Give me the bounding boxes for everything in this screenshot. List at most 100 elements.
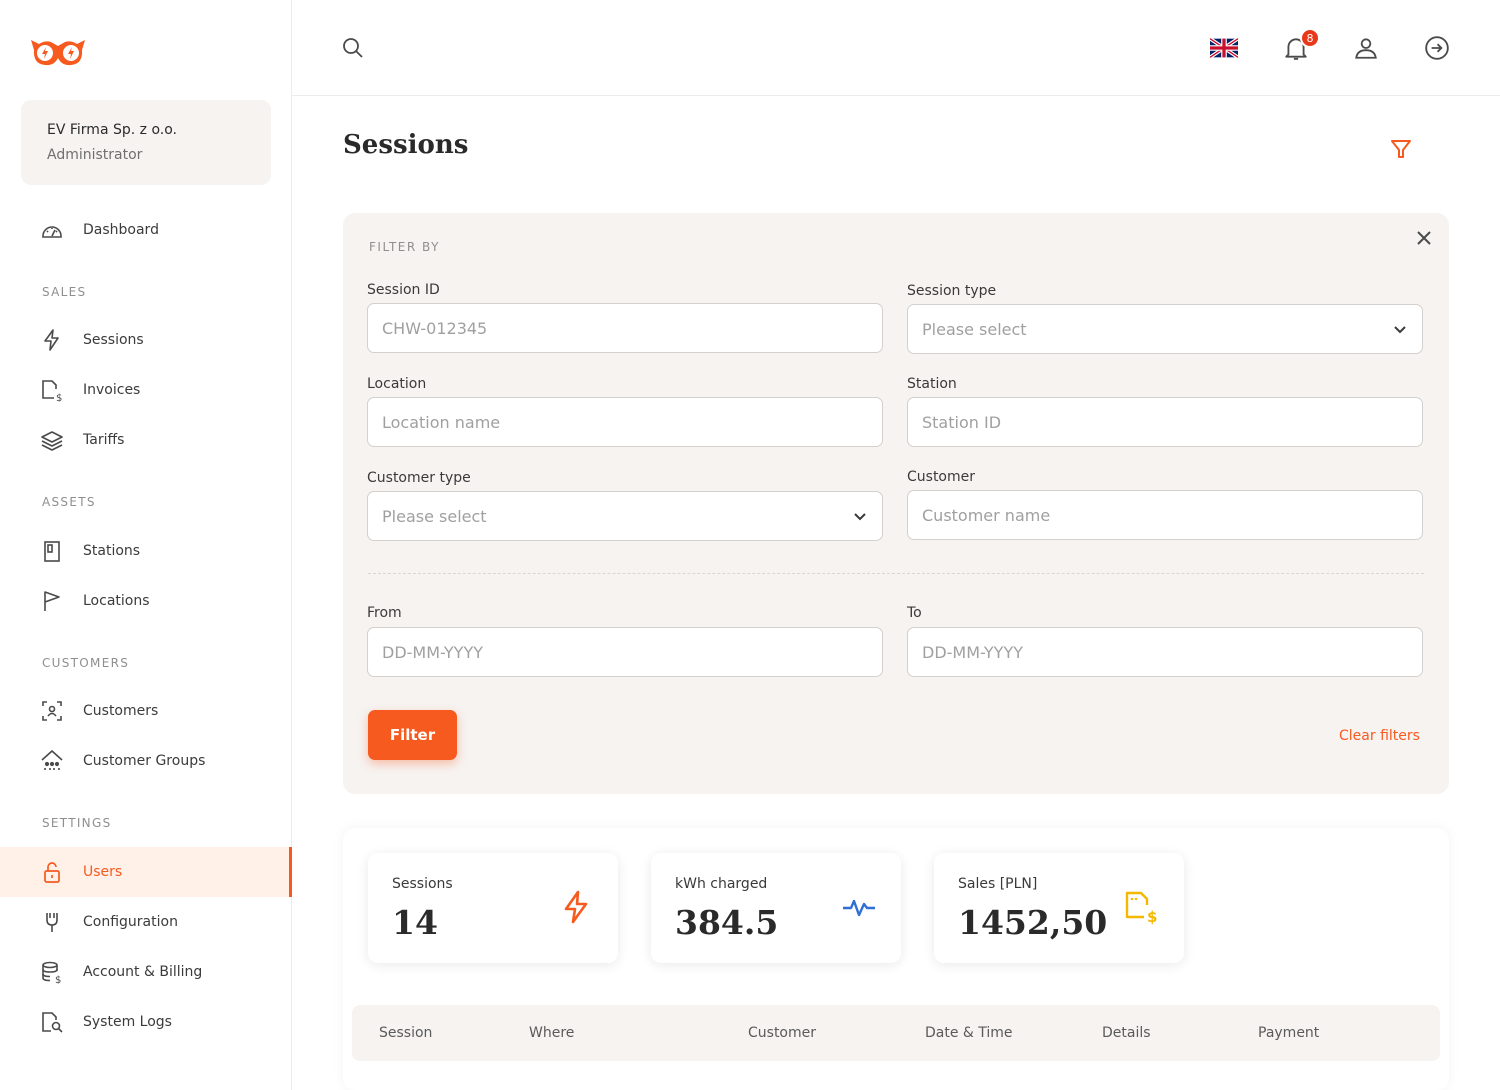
owl-logo-icon[interactable] (29, 36, 87, 68)
stat-label: Sales [PLN] (958, 876, 1038, 892)
customer-input[interactable]: Customer name (907, 490, 1423, 540)
stat-card-sessions: Sessions 14 (368, 853, 618, 963)
sidebar-item-tariffs[interactable]: Tariffs (0, 415, 292, 465)
select-placeholder: Please select (382, 506, 487, 526)
logout-icon (1425, 36, 1449, 60)
sidebar-item-label: System Logs (83, 1014, 172, 1030)
topbar: 8 (292, 0, 1500, 96)
session-type-select[interactable]: Please select (907, 304, 1423, 354)
sidebar: EV Firma Sp. z o.o. Administrator Dashbo… (0, 0, 292, 1090)
nav-section-sales: SALES (42, 285, 87, 299)
stats-panel: Sessions 14 kWh charged 384.5 Sales [PLN… (343, 828, 1449, 1090)
uk-flag-icon (1210, 38, 1238, 58)
gauge-icon (40, 218, 64, 242)
sidebar-item-label: Account & Billing (83, 964, 203, 980)
customer-type-label: Customer type (367, 470, 471, 486)
chevron-down-icon (1394, 326, 1406, 334)
filter-button[interactable]: Filter (368, 710, 457, 760)
bolt-icon (564, 890, 588, 924)
plug-icon (40, 910, 64, 934)
to-date-input[interactable]: DD-MM-YYYY (907, 627, 1423, 677)
notifications-button[interactable]: 8 (1282, 28, 1320, 62)
stat-value: 384.5 (675, 903, 779, 942)
invoice-dollar-icon: $ (40, 378, 64, 402)
stat-value: 14 (392, 903, 438, 942)
sidebar-item-invoices[interactable]: $ Invoices (0, 365, 292, 415)
station-icon (40, 539, 64, 563)
customer-label: Customer (907, 469, 976, 485)
svg-text:$: $ (56, 393, 62, 402)
sidebar-item-sessions[interactable]: Sessions (0, 315, 292, 365)
sidebar-item-label: Tariffs (83, 432, 125, 448)
user-scan-icon (40, 699, 64, 723)
stat-card-sales: Sales [PLN] 1452,50 $ (934, 853, 1184, 963)
nav-section-settings: SETTINGS (42, 816, 112, 830)
layers-icon (40, 428, 64, 452)
organization-card[interactable]: EV Firma Sp. z o.o. Administrator (21, 100, 271, 185)
sidebar-item-label: Customer Groups (83, 753, 206, 769)
sidebar-item-label: Invoices (83, 382, 141, 398)
unlock-icon (40, 860, 64, 884)
column-header-date-time[interactable]: Date & Time (925, 1025, 1013, 1041)
file-search-icon (40, 1010, 64, 1034)
group-home-icon (40, 749, 64, 773)
stat-label: kWh charged (675, 876, 768, 892)
sidebar-item-label: Customers (83, 703, 159, 719)
chevron-down-icon (854, 513, 866, 521)
from-date-input[interactable]: DD-MM-YYYY (367, 627, 883, 677)
column-header-where[interactable]: Where (529, 1025, 574, 1041)
user-icon (1355, 38, 1377, 59)
station-input[interactable]: Station ID (907, 397, 1423, 447)
sidebar-item-label: Configuration (83, 914, 178, 930)
sidebar-item-label: Sessions (83, 332, 144, 348)
user-role: Administrator (47, 147, 143, 163)
sidebar-item-label: Stations (83, 543, 141, 559)
column-header-payment[interactable]: Payment (1258, 1025, 1319, 1041)
sidebar-item-users[interactable]: Users (0, 847, 292, 897)
to-date-label: To (907, 605, 922, 621)
sidebar-item-stations[interactable]: Stations (0, 526, 292, 576)
filter-heading: FILTER BY (369, 240, 440, 254)
sessions-table-header: Session Where Customer Date & Time Detai… (352, 1005, 1440, 1061)
filter-icon[interactable] (1389, 137, 1413, 161)
sidebar-item-label: Dashboard (83, 222, 159, 238)
nav-section-assets: ASSETS (42, 495, 96, 509)
column-header-session[interactable]: Session (379, 1025, 432, 1041)
sidebar-item-dashboard[interactable]: Dashboard (0, 205, 292, 255)
session-id-label: Session ID (367, 282, 440, 298)
session-type-label: Session type (907, 283, 997, 299)
svg-text:$: $ (1147, 908, 1157, 925)
sidebar-item-label: Users (83, 864, 123, 880)
sidebar-item-customer-groups[interactable]: Customer Groups (0, 736, 292, 786)
sidebar-item-account-billing[interactable]: $ Account & Billing (0, 947, 292, 997)
column-header-details[interactable]: Details (1102, 1025, 1151, 1041)
clear-filters-link[interactable]: Clear filters (1339, 728, 1420, 744)
filter-divider (368, 573, 1424, 574)
select-placeholder: Please select (922, 319, 1027, 339)
session-id-input[interactable]: CHW-012345 (367, 303, 883, 353)
station-label: Station (907, 376, 957, 392)
language-selector[interactable] (1210, 34, 1238, 62)
filter-panel: FILTER BY Session ID CHW-012345 Session … (343, 213, 1449, 794)
notification-badge: 8 (1300, 28, 1320, 48)
stat-card-kwh: kWh charged 384.5 (651, 853, 901, 963)
sidebar-item-customers[interactable]: Customers (0, 686, 292, 736)
sidebar-item-configuration[interactable]: Configuration (0, 897, 292, 947)
logout-button[interactable] (1423, 34, 1451, 62)
sidebar-item-system-logs[interactable]: System Logs (0, 997, 292, 1047)
column-header-customer[interactable]: Customer (748, 1025, 816, 1041)
page-title: Sessions (343, 130, 469, 160)
location-input[interactable]: Location name (367, 397, 883, 447)
svg-text:$: $ (55, 975, 61, 984)
close-icon[interactable] (1414, 228, 1434, 248)
invoice-dollar-icon: $ (1125, 891, 1157, 925)
organization-name: EV Firma Sp. z o.o. (47, 122, 177, 138)
sidebar-item-label: Locations (83, 593, 150, 609)
sidebar-item-locations[interactable]: Locations (0, 576, 292, 626)
customer-type-select[interactable]: Please select (367, 491, 883, 541)
profile-button[interactable] (1352, 34, 1380, 62)
location-label: Location (367, 376, 427, 392)
nav-section-customers: CUSTOMERS (42, 656, 130, 670)
database-dollar-icon: $ (40, 960, 64, 984)
search-icon[interactable] (341, 36, 365, 60)
